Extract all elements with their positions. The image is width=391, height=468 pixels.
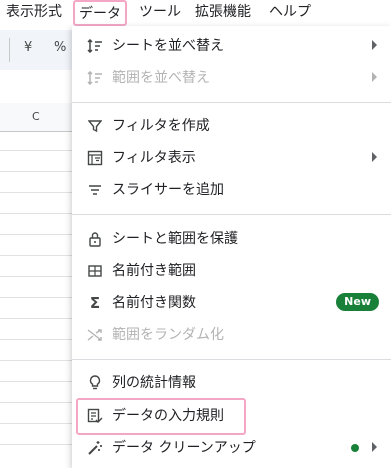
grid-row-line — [0, 297, 72, 298]
menubar: 表示形式 データ ツール 拡張機能 ヘルプ — [0, 0, 391, 26]
menu-data[interactable]: データ — [73, 0, 127, 26]
grid-row-line — [0, 444, 72, 445]
magic-wand-icon — [86, 439, 104, 457]
menu-item-label: 名前付き範囲 — [112, 263, 196, 279]
menu-item-label: 範囲を並べ替え — [112, 70, 210, 86]
sort-icon — [86, 37, 104, 55]
grid-row-line — [0, 381, 72, 382]
column-c-label: C — [32, 110, 40, 123]
menu-item-add-slicer[interactable]: スライサーを追加 — [72, 174, 391, 206]
grid-row-line — [0, 213, 72, 214]
menu-item-label: 範囲をランダム化 — [112, 327, 224, 343]
grid-row-line — [0, 171, 72, 172]
menu-item-label: 名前付き関数 — [112, 295, 196, 311]
menu-divider — [72, 102, 391, 103]
menu-item-named-ranges[interactable]: 名前付き範囲 — [72, 255, 391, 287]
grid-row-line — [0, 402, 72, 403]
submenu-arrow-icon — [372, 442, 377, 452]
menu-tools[interactable]: ツール — [139, 2, 181, 22]
data-menu-dropdown: シートを並べ替え 範囲を並べ替え フィルタを作成 フィルタ表示 スライサーを追加 — [72, 26, 391, 468]
menu-item-data-validation[interactable]: データの入力規則 — [72, 400, 391, 432]
column-header-c[interactable]: C — [0, 103, 72, 132]
grid-row-line — [0, 318, 72, 319]
menu-item-label: フィルタ表示 — [112, 150, 196, 166]
sort-icon — [86, 69, 104, 87]
grid-row-line — [0, 360, 72, 361]
menu-item-label: シートを並べ替え — [112, 38, 224, 54]
submenu-arrow-icon — [372, 40, 377, 50]
menu-item-create-filter[interactable]: フィルタを作成 — [72, 110, 391, 142]
menu-format[interactable]: 表示形式 — [6, 2, 62, 22]
lock-icon — [86, 230, 104, 248]
menu-item-protect-sheets[interactable]: シートと範囲を保護 — [72, 223, 391, 255]
menu-item-sort-sheet[interactable]: シートを並べ替え — [72, 30, 391, 62]
new-badge: New — [336, 293, 379, 311]
grid-row-line — [0, 423, 72, 424]
menu-item-label: シートと範囲を保護 — [112, 231, 238, 247]
grid-row-line — [0, 276, 72, 277]
lightbulb-icon — [86, 374, 104, 392]
grid-row-line — [0, 192, 72, 193]
slicer-icon — [86, 181, 104, 199]
toolbar: ¥ % — [0, 30, 72, 70]
menu-item-sort-range[interactable]: 範囲を並べ替え — [72, 62, 391, 94]
percent-format-button[interactable]: % — [54, 40, 66, 55]
grid-row-line — [0, 150, 72, 151]
submenu-arrow-icon — [372, 72, 377, 82]
menu-item-filter-views[interactable]: フィルタ表示 — [72, 142, 391, 174]
sigma-icon: Σ — [89, 294, 101, 312]
menu-item-data-cleanup[interactable]: データ クリーンアップ — [72, 432, 391, 464]
menu-help[interactable]: ヘルプ — [269, 2, 311, 22]
submenu-arrow-icon — [372, 152, 377, 162]
currency-format-button[interactable]: ¥ — [24, 40, 32, 55]
menu-item-label: フィルタを作成 — [112, 118, 210, 134]
status-dot — [351, 444, 359, 452]
menu-item-label: スライサーを追加 — [112, 182, 224, 198]
filter-icon — [86, 117, 104, 135]
menu-extensions[interactable]: 拡張機能 — [195, 2, 251, 22]
menu-divider — [72, 359, 391, 360]
data-validation-icon — [86, 407, 104, 425]
menu-item-label: データ クリーンアップ — [112, 440, 256, 456]
filter-view-icon — [86, 149, 104, 167]
grid-row-line — [0, 339, 72, 340]
menu-divider — [72, 214, 391, 215]
menu-item-randomize-range[interactable]: 範囲をランダム化 — [72, 319, 391, 351]
grid-row-line — [0, 255, 72, 256]
toolbar-divider — [9, 38, 10, 62]
shuffle-icon — [86, 326, 104, 344]
menu-item-column-stats[interactable]: 列の統計情報 — [72, 367, 391, 399]
menu-item-label: 列の統計情報 — [112, 375, 196, 391]
grid-row-line — [0, 234, 72, 235]
menu-item-named-functions[interactable]: Σ 名前付き関数 New — [72, 287, 391, 319]
menu-item-label: データの入力規則 — [112, 408, 224, 424]
named-range-icon — [86, 262, 104, 280]
